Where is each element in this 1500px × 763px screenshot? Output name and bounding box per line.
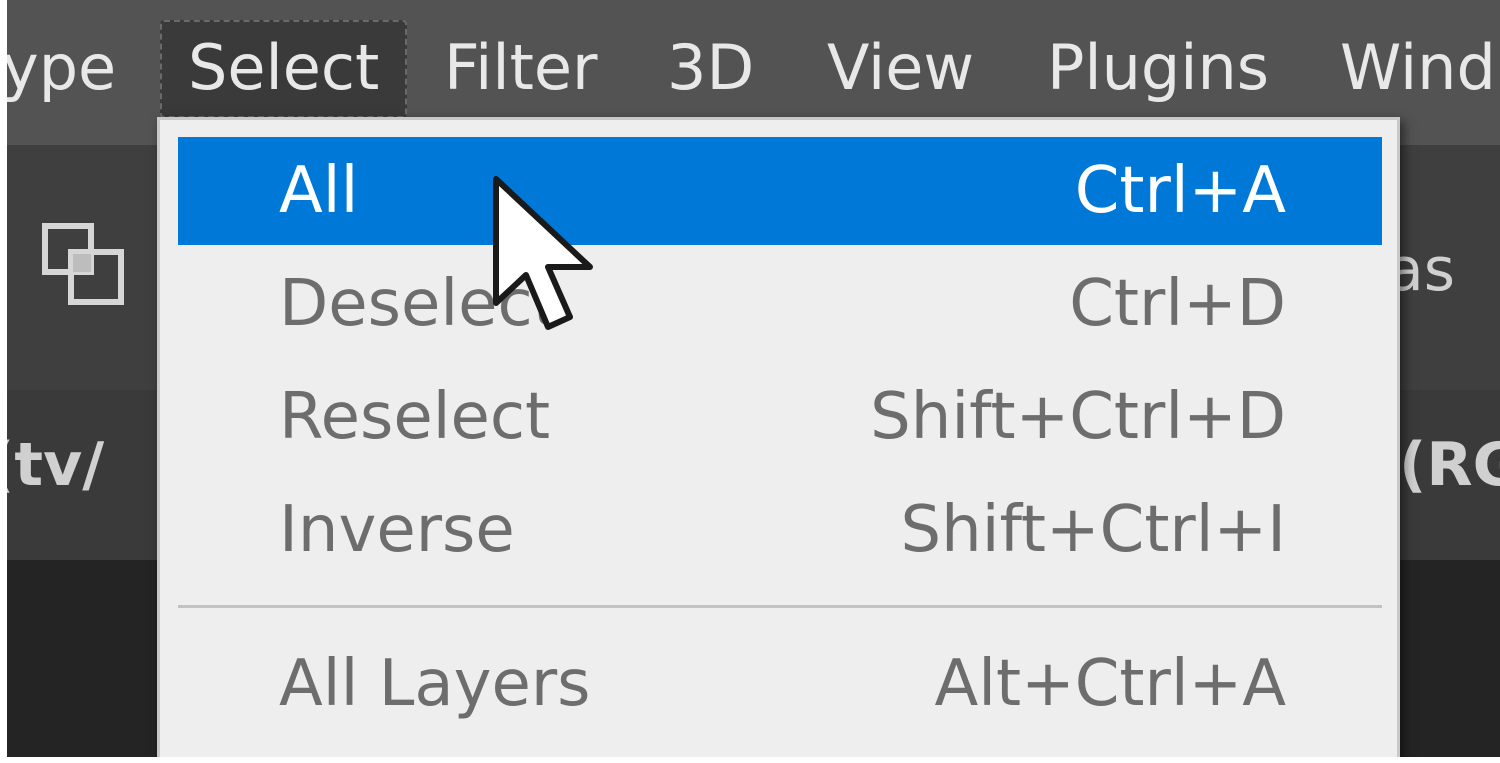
menu-item-shortcut: Ctrl+A (1074, 154, 1286, 228)
menu-item-shortcut: Alt+Ctrl+A (934, 647, 1286, 721)
menu-item-label: All (279, 154, 359, 228)
tab-partial-left[interactable]: (tv/ (7, 430, 104, 500)
app-window: ype Select Filter 3D View Plugins Wind a… (7, 0, 1500, 757)
menu-window[interactable]: Wind (1340, 18, 1496, 118)
menu-item-inverse[interactable]: Inverse Shift+Ctrl+I (178, 476, 1382, 584)
menu-item-shortcut: Shift+Ctrl+D (870, 380, 1286, 454)
menu-select[interactable]: Select (160, 20, 408, 118)
menu-plugins[interactable]: Plugins (1047, 18, 1269, 118)
menu-filter[interactable]: Filter (444, 18, 598, 118)
menu-3d[interactable]: 3D (667, 18, 754, 118)
menu-item-reselect[interactable]: Reselect Shift+Ctrl+D (178, 363, 1382, 471)
overlap-squares-icon[interactable] (41, 222, 127, 308)
menu-item-all-layers[interactable]: All Layers Alt+Ctrl+A (178, 630, 1382, 738)
menu-item-all[interactable]: All Ctrl+A (178, 137, 1382, 245)
mouse-pointer-icon (493, 176, 593, 330)
tab-partial-right[interactable]: (RG (1399, 430, 1500, 500)
menu-item-label: All Layers (279, 647, 591, 721)
menu-separator (178, 605, 1382, 608)
menu-view[interactable]: View (827, 18, 974, 118)
menu-item-shortcut: Shift+Ctrl+I (900, 493, 1286, 567)
menu-item-label: Reselect (279, 380, 551, 454)
menu-item-label: Inverse (279, 493, 515, 567)
select-menu-dropdown: All Ctrl+A Deselect Ctrl+D Reselect Shif… (157, 117, 1400, 757)
menu-type[interactable]: ype (7, 18, 116, 118)
menu-item-deselect[interactable]: Deselect Ctrl+D (178, 250, 1382, 358)
menu-item-shortcut: Ctrl+D (1069, 267, 1286, 341)
